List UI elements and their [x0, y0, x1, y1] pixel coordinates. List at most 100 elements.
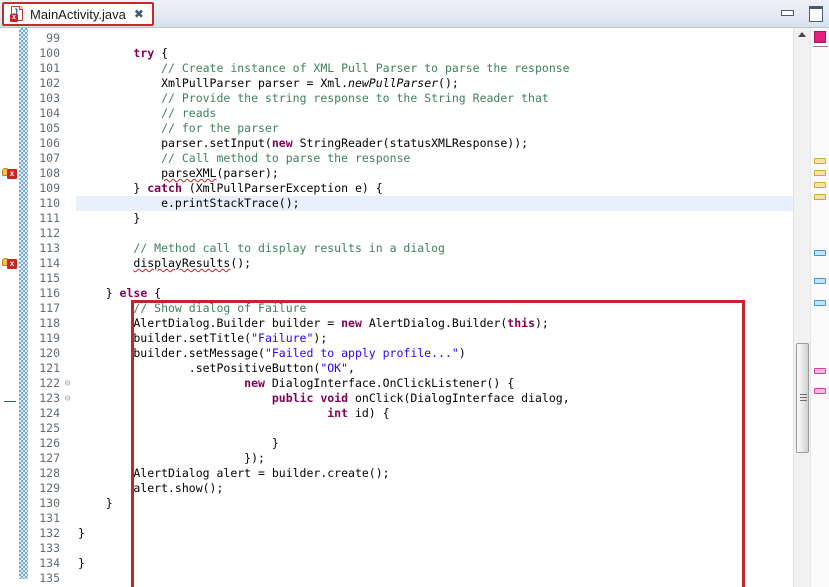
code-line[interactable]: AlertDialog.Builder builder = new AlertD… — [78, 316, 549, 331]
line-number: 102 — [39, 76, 60, 91]
line-number: 104 — [39, 106, 60, 121]
code-line[interactable]: } — [78, 496, 113, 511]
scrollbar-thumb[interactable] — [796, 343, 809, 453]
line-number: 123 — [39, 391, 60, 406]
line-number: 111 — [39, 211, 60, 226]
line-number: 105 — [39, 121, 60, 136]
code-line[interactable]: } — [78, 526, 85, 541]
code-line[interactable]: AlertDialog alert = builder.create(); — [78, 466, 390, 481]
code-line[interactable]: // Provide the string response to the St… — [78, 91, 549, 106]
line-number: 133 — [39, 541, 60, 556]
ruler-marker-info[interactable] — [814, 250, 826, 256]
code-line[interactable]: public void onClick(DialogInterface dial… — [78, 391, 570, 406]
line-number: 134 — [39, 556, 60, 571]
code-line[interactable]: .setPositiveButton("OK", — [78, 361, 355, 376]
override-indicator-icon[interactable] — [2, 391, 18, 406]
line-number: 115 — [39, 271, 60, 286]
line-number: 99 — [46, 31, 60, 46]
ruler-marker-info[interactable] — [814, 278, 826, 284]
code-line[interactable]: } — [78, 436, 279, 451]
code-text-area[interactable]: try { // Create instance of XML Pull Par… — [76, 28, 793, 587]
code-line[interactable]: parser.setInput(new StringReader(statusX… — [78, 136, 528, 151]
code-line[interactable]: displayResults(); — [78, 256, 251, 271]
code-line[interactable]: // Call method to parse the response — [78, 151, 410, 166]
tab-title: MainActivity.java — [30, 8, 126, 21]
ruler-marker-occurrence[interactable] — [814, 368, 826, 374]
line-number: 117 — [39, 301, 60, 316]
code-line[interactable]: // Create instance of XML Pull Parser to… — [78, 61, 570, 76]
maximize-icon[interactable] — [807, 5, 823, 19]
code-line[interactable]: } else { — [78, 286, 161, 301]
problems-indicator-icon[interactable] — [814, 31, 826, 43]
editor-tab-bar: J x MainActivity.java ✖ — [0, 0, 829, 28]
code-line[interactable]: try { — [78, 46, 168, 61]
line-number: 107 — [39, 151, 60, 166]
minimize-icon[interactable] — [779, 5, 795, 19]
line-number: 110 — [39, 196, 60, 211]
close-icon[interactable]: ✖ — [132, 8, 144, 20]
ruler-marker-warning[interactable] — [814, 194, 826, 200]
ruler-marker-occurrence[interactable] — [814, 388, 826, 394]
code-line[interactable]: } — [78, 556, 85, 571]
overview-ruler[interactable] — [810, 28, 829, 587]
code-line[interactable]: builder.setMessage("Failed to apply prof… — [78, 346, 466, 361]
error-marker-icon[interactable]: x — [2, 166, 18, 181]
java-file-icon: J x — [10, 6, 24, 22]
line-number: 128 — [39, 466, 60, 481]
fold-toggle-icon[interactable]: ⊖ — [63, 391, 72, 406]
code-line[interactable]: // Show dialog of Failure — [78, 301, 306, 316]
line-number: 119 — [39, 331, 60, 346]
ruler-marker-warning[interactable] — [814, 182, 826, 188]
code-line[interactable]: int id) { — [78, 406, 390, 421]
ruler-marker-info[interactable] — [814, 300, 826, 306]
line-number: 112 — [39, 226, 60, 241]
code-line[interactable]: }); — [78, 451, 265, 466]
code-line[interactable]: new DialogInterface.OnClickListener() { — [78, 376, 514, 391]
code-line[interactable]: // Method call to display results in a d… — [78, 241, 445, 256]
line-number-gutter: 9910010110210310410510610710810911011111… — [28, 28, 62, 587]
line-number: 126 — [39, 436, 60, 451]
code-line[interactable]: alert.show(); — [78, 481, 223, 496]
line-number: 125 — [39, 421, 60, 436]
ruler-divider — [813, 46, 828, 47]
scrollbar-grip-icon — [800, 394, 807, 402]
window-controls — [779, 5, 823, 19]
line-number: 135 — [39, 571, 60, 586]
code-line[interactable]: parseXML(parser); — [78, 166, 279, 181]
code-line[interactable]: XmlPullParser parser = Xml.newPullParser… — [78, 76, 459, 91]
scroll-up-icon[interactable] — [798, 32, 806, 37]
java-icon-error-badge: x — [10, 14, 18, 22]
code-line[interactable]: builder.setTitle("Failure"); — [78, 331, 327, 346]
line-number: 131 — [39, 511, 60, 526]
error-marker-icon[interactable]: x — [2, 256, 18, 271]
line-number: 109 — [39, 181, 60, 196]
line-number: 130 — [39, 496, 60, 511]
ruler-marker-warning[interactable] — [814, 170, 826, 176]
code-line[interactable]: } catch (XmlPullParserException e) { — [78, 181, 383, 196]
line-number: 121 — [39, 361, 60, 376]
ruler-marker-warning[interactable] — [814, 158, 826, 164]
fold-toggle-icon[interactable]: ⊖ — [63, 376, 72, 391]
line-number: 114 — [39, 256, 60, 271]
line-number: 100 — [39, 46, 60, 61]
code-editor[interactable]: xx 9910010110210310410510610710810911011… — [0, 28, 829, 587]
line-number: 124 — [39, 406, 60, 421]
line-number: 103 — [39, 91, 60, 106]
code-line[interactable]: // reads — [78, 106, 216, 121]
line-number: 116 — [39, 286, 60, 301]
line-number: 127 — [39, 451, 60, 466]
quick-diff-stripe — [19, 28, 28, 579]
code-line[interactable]: e.printStackTrace(); — [78, 196, 300, 211]
line-number: 120 — [39, 346, 60, 361]
line-number: 108 — [39, 166, 60, 181]
line-number: 118 — [39, 316, 60, 331]
code-line[interactable]: // for the parser — [78, 121, 279, 136]
line-number: 106 — [39, 136, 60, 151]
folding-gutter[interactable]: ⊖⊖ — [62, 28, 76, 587]
line-number: 113 — [39, 241, 60, 256]
tab-mainactivity-java[interactable]: J x MainActivity.java ✖ — [2, 2, 154, 26]
line-number: 101 — [39, 61, 60, 76]
annotation-gutter[interactable]: xx — [0, 28, 19, 587]
code-line[interactable]: } — [78, 211, 140, 226]
vertical-scrollbar[interactable] — [793, 28, 810, 587]
